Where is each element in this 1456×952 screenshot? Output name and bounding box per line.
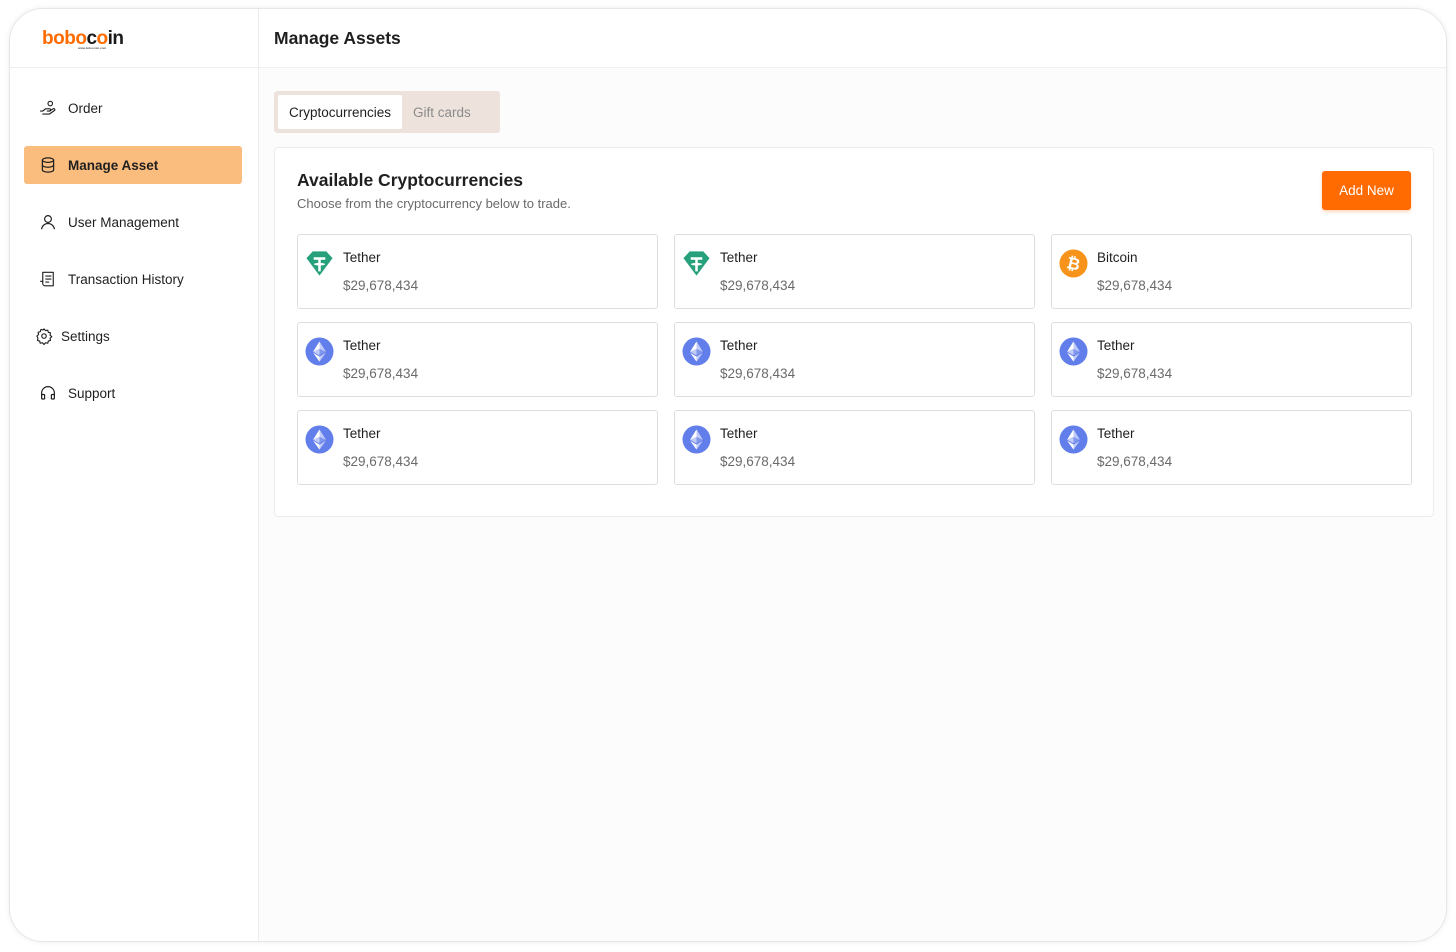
asset-name: Bitcoin (1097, 250, 1138, 265)
bitcoin-icon: ₿ (1059, 249, 1088, 278)
sidebar-item-order[interactable]: Order (24, 89, 242, 127)
tab-cryptocurrencies[interactable]: Cryptocurrencies (278, 95, 403, 129)
tab-gift-cards[interactable]: Gift cards (402, 95, 482, 129)
asset-card[interactable]: Tether $29,678,434 (297, 322, 658, 397)
top-bar: Manage Assets (259, 9, 1446, 68)
asset-price: $29,678,434 (720, 366, 796, 381)
add-new-button[interactable]: Add New (1322, 171, 1411, 210)
sidebar: bobocoin www.bobocoin.com Order Manage A… (10, 9, 259, 941)
receipt-icon (39, 270, 57, 288)
sidebar-nav: Order Manage Asset User Management Trans… (24, 89, 242, 431)
asset-name: Tether (1097, 338, 1135, 353)
asset-card[interactable]: Tether $29,678,434 (1051, 410, 1412, 485)
panel-subtitle: Choose from the cryptocurrency below to … (297, 196, 571, 211)
asset-price: $29,678,434 (343, 454, 419, 469)
asset-price: $29,678,434 (720, 454, 796, 469)
sidebar-item-label: Manage Asset (68, 157, 159, 173)
asset-card[interactable]: Tether $29,678,434 (674, 234, 1035, 309)
ethereum-icon (682, 337, 711, 366)
cryptocurrency-panel: Available Cryptocurrencies Choose from t… (274, 147, 1434, 517)
sidebar-item-manage-asset[interactable]: Manage Asset (24, 146, 242, 184)
hand-coin-icon (39, 99, 57, 117)
asset-name: Tether (720, 426, 758, 441)
ethereum-icon (305, 337, 334, 366)
main-content: Manage Assets Cryptocurrencies Gift card… (259, 9, 1446, 941)
sidebar-item-label: Transaction History (68, 271, 184, 287)
sidebar-item-label: Settings (61, 328, 110, 344)
sidebar-item-label: Order (68, 100, 103, 116)
page-title: Manage Assets (274, 27, 401, 48)
asset-name: Tether (720, 338, 758, 353)
brand-logo[interactable]: bobocoin www.bobocoin.com (42, 27, 124, 50)
asset-name: Tether (343, 426, 381, 441)
asset-price: $29,678,434 (720, 278, 796, 293)
app-window: bobocoin www.bobocoin.com Order Manage A… (9, 8, 1447, 942)
asset-price: $29,678,434 (1097, 454, 1173, 469)
sidebar-item-transaction-history[interactable]: Transaction History (24, 260, 242, 298)
logo-row: bobocoin www.bobocoin.com (10, 9, 258, 68)
ethereum-icon (1059, 425, 1088, 454)
sidebar-item-label: User Management (68, 214, 180, 230)
asset-card[interactable]: Tether $29,678,434 (674, 322, 1035, 397)
asset-name: Tether (1097, 426, 1135, 441)
sidebar-item-settings[interactable]: Settings (24, 317, 242, 355)
ethereum-icon (682, 425, 711, 454)
database-icon (39, 156, 57, 174)
asset-price: $29,678,434 (1097, 366, 1173, 381)
asset-grid: Tether $29,678,434 Tether $29,678,434 ₿ … (297, 234, 1412, 485)
asset-card[interactable]: Tether $29,678,434 (297, 234, 658, 309)
ethereum-icon (1059, 337, 1088, 366)
logo-tagline: www.bobocoin.com (78, 45, 107, 50)
sidebar-item-support[interactable]: Support (24, 374, 242, 412)
tether-icon (305, 249, 334, 278)
panel-title: Available Cryptocurrencies (297, 170, 523, 190)
gear-icon (35, 327, 53, 345)
asset-name: Tether (343, 250, 381, 265)
tether-icon (682, 249, 711, 278)
headset-icon (39, 384, 57, 402)
asset-card[interactable]: ₿ Bitcoin $29,678,434 (1051, 234, 1412, 309)
asset-price: $29,678,434 (1097, 278, 1173, 293)
asset-price: $29,678,434 (343, 278, 419, 293)
asset-name: Tether (343, 338, 381, 353)
ethereum-icon (305, 425, 334, 454)
asset-price: $29,678,434 (343, 366, 419, 381)
asset-card[interactable]: Tether $29,678,434 (297, 410, 658, 485)
asset-type-tabs: Cryptocurrencies Gift cards (274, 91, 500, 133)
user-icon (39, 213, 57, 231)
asset-card[interactable]: Tether $29,678,434 (674, 410, 1035, 485)
asset-card[interactable]: Tether $29,678,434 (1051, 322, 1412, 397)
sidebar-item-user-management[interactable]: User Management (24, 203, 242, 241)
asset-name: Tether (720, 250, 758, 265)
sidebar-item-label: Support (68, 385, 116, 401)
logo-text-part: in (107, 27, 124, 49)
